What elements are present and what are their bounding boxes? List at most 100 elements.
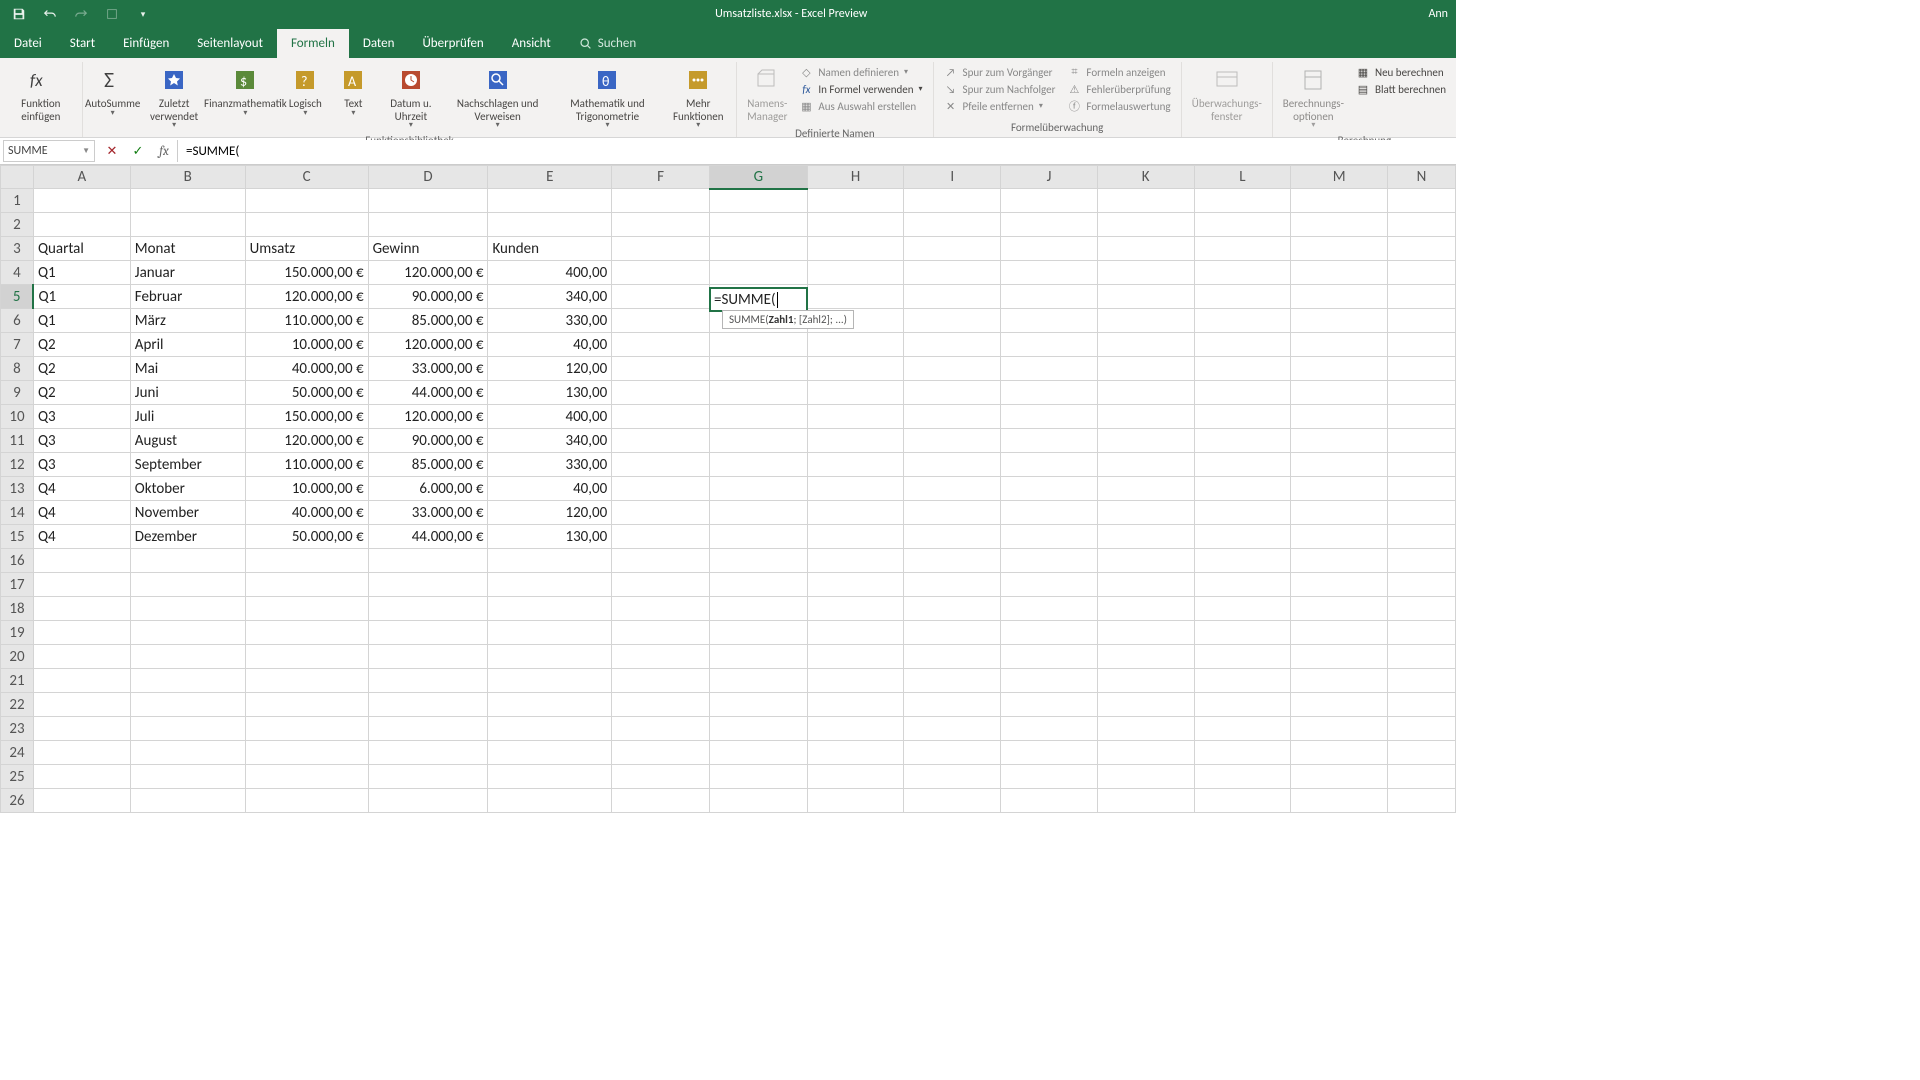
cell[interactable]	[709, 645, 807, 669]
cell[interactable]	[1097, 765, 1194, 789]
cell[interactable]	[1097, 693, 1194, 717]
cell[interactable]	[1291, 357, 1388, 381]
cell[interactable]: Q2	[33, 357, 130, 381]
cell[interactable]	[1388, 621, 1456, 645]
cell[interactable]	[1097, 405, 1194, 429]
cell[interactable]	[1291, 573, 1388, 597]
cell[interactable]	[245, 741, 368, 765]
row-header[interactable]: 21	[1, 669, 34, 693]
cell[interactable]	[807, 333, 904, 357]
tab-start[interactable]: Start	[56, 29, 109, 58]
cell[interactable]	[1388, 261, 1456, 285]
cell[interactable]	[1291, 621, 1388, 645]
cell[interactable]	[612, 501, 710, 525]
cell[interactable]	[1194, 573, 1291, 597]
cell[interactable]	[807, 405, 904, 429]
cell[interactable]	[612, 765, 710, 789]
cell[interactable]	[807, 525, 904, 549]
cell[interactable]	[33, 693, 130, 717]
cell[interactable]	[1097, 789, 1194, 813]
cell[interactable]	[612, 405, 710, 429]
cell[interactable]: 50.000,00 €	[245, 381, 368, 405]
cell[interactable]	[1194, 789, 1291, 813]
column-header[interactable]: M	[1291, 166, 1388, 189]
cell[interactable]	[612, 741, 710, 765]
cell[interactable]: Q4	[33, 501, 130, 525]
cell[interactable]	[904, 333, 1001, 357]
cell[interactable]	[904, 621, 1001, 645]
cell[interactable]	[33, 669, 130, 693]
cell[interactable]	[368, 597, 488, 621]
cell[interactable]	[1194, 765, 1291, 789]
cell[interactable]	[1097, 549, 1194, 573]
cell[interactable]: 6.000,00 €	[368, 477, 488, 501]
cell[interactable]: 90.000,00 €	[368, 285, 488, 309]
cell[interactable]	[130, 669, 245, 693]
cell[interactable]	[1388, 693, 1456, 717]
chevron-down-icon[interactable]: ▼	[82, 146, 90, 156]
cell[interactable]	[368, 213, 488, 237]
cell[interactable]	[807, 189, 904, 213]
show-formulas-button[interactable]: ⌗Formeln anzeigen	[1067, 64, 1170, 80]
cell[interactable]	[807, 573, 904, 597]
cell[interactable]	[709, 405, 807, 429]
cell[interactable]	[1097, 525, 1194, 549]
cell[interactable]	[904, 573, 1001, 597]
cell[interactable]	[245, 573, 368, 597]
cell[interactable]	[1097, 477, 1194, 501]
cell[interactable]	[1194, 453, 1291, 477]
cell[interactable]	[130, 213, 245, 237]
cell[interactable]	[1001, 357, 1098, 381]
cell[interactable]: Q1	[33, 285, 130, 309]
use-in-formula-button[interactable]: fxIn Formel verwenden ▾	[799, 81, 922, 97]
cell[interactable]: Q3	[33, 405, 130, 429]
column-header[interactable]: C	[245, 166, 368, 189]
cell[interactable]	[1388, 669, 1456, 693]
cell[interactable]	[807, 693, 904, 717]
cell[interactable]	[807, 597, 904, 621]
cell[interactable]	[368, 573, 488, 597]
cell[interactable]	[1291, 309, 1388, 333]
cell[interactable]	[1001, 741, 1098, 765]
cell[interactable]	[807, 765, 904, 789]
cell[interactable]	[1194, 357, 1291, 381]
tab-formeln[interactable]: Formeln	[277, 29, 349, 58]
cell[interactable]: Q4	[33, 477, 130, 501]
cell[interactable]	[1097, 621, 1194, 645]
cell[interactable]	[1291, 213, 1388, 237]
cell[interactable]	[1291, 477, 1388, 501]
cell[interactable]: Q4	[33, 525, 130, 549]
cell[interactable]	[1291, 237, 1388, 261]
cell[interactable]	[612, 453, 710, 477]
row-header[interactable]: 25	[1, 765, 34, 789]
cell[interactable]	[1001, 405, 1098, 429]
calc-options-button[interactable]: Berechnungs-optionen▾	[1279, 62, 1348, 132]
cell[interactable]	[709, 429, 807, 453]
cell[interactable]: Monat	[130, 237, 245, 261]
row-header[interactable]: 5	[1, 285, 34, 309]
cell[interactable]: 110.000,00 €	[245, 309, 368, 333]
cell[interactable]	[33, 741, 130, 765]
cell[interactable]	[1097, 453, 1194, 477]
touch-icon[interactable]	[103, 5, 121, 23]
cell[interactable]	[904, 645, 1001, 669]
cell[interactable]	[1097, 285, 1194, 309]
row-header[interactable]: 11	[1, 429, 34, 453]
cell[interactable]	[709, 669, 807, 693]
cell[interactable]	[612, 261, 710, 285]
cell[interactable]	[904, 453, 1001, 477]
cell[interactable]: 120,00	[488, 357, 612, 381]
cell[interactable]	[807, 669, 904, 693]
cell[interactable]	[1001, 501, 1098, 525]
cell[interactable]	[130, 693, 245, 717]
cell[interactable]	[245, 621, 368, 645]
cell[interactable]: 44.000,00 €	[368, 381, 488, 405]
cell[interactable]	[1194, 477, 1291, 501]
cell[interactable]	[1388, 549, 1456, 573]
cell[interactable]	[709, 621, 807, 645]
cell[interactable]	[1388, 357, 1456, 381]
row-header[interactable]: 20	[1, 645, 34, 669]
column-header[interactable]: K	[1097, 166, 1194, 189]
tab-daten[interactable]: Daten	[349, 29, 409, 58]
cell[interactable]	[488, 189, 612, 213]
